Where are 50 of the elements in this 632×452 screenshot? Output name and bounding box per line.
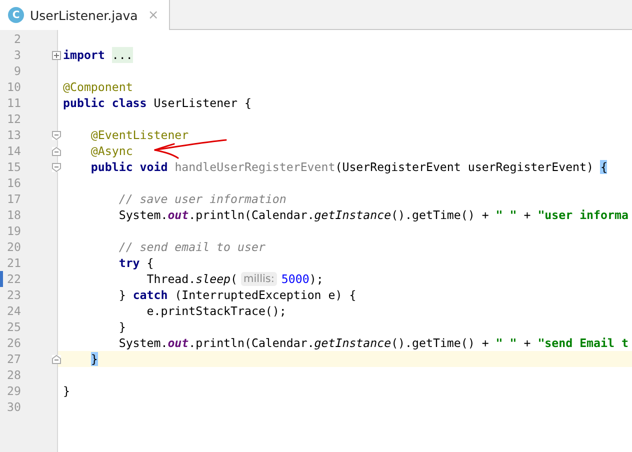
line-number: 21 — [6, 255, 21, 271]
code-text: // save user information — [118, 191, 286, 207]
code-text: Thread.sleep( — [146, 271, 238, 287]
fold-icon[interactable] — [52, 163, 61, 172]
line-number: 12 — [6, 111, 21, 127]
code-text: 5000); — [281, 271, 324, 287]
line-number: 28 — [6, 367, 21, 383]
line-number: 10 — [6, 79, 21, 95]
parameter-hint: millis: — [240, 272, 278, 286]
code-text: import — [63, 47, 106, 63]
line-number: 17 — [6, 191, 21, 207]
line-number: 9 — [13, 63, 21, 79]
code-text: try { — [118, 255, 154, 271]
class-icon: C — [8, 7, 24, 23]
fold-icon[interactable] — [52, 355, 61, 364]
line-number: 15 — [6, 159, 21, 175]
code-text: @EventListener — [90, 127, 189, 143]
line-number: 20 — [6, 239, 21, 255]
line-number: 24 — [6, 303, 21, 319]
line-number: 2 — [13, 31, 21, 47]
line-number: 19 — [6, 223, 21, 239]
line-number: 27 — [6, 351, 21, 367]
code-text: public void handleUserRegisterEvent(UserRegisterEvent userRegisterEvent) { — [90, 159, 608, 175]
code-text: System.out.println(Calendar.getInstance().getTime() + " " + "send Email t — [118, 335, 628, 351]
line-number: 11 — [6, 95, 21, 111]
code-text: } — [63, 383, 70, 399]
line-number: 13 — [6, 127, 21, 143]
code-text: e.printStackTrace(); — [146, 303, 286, 319]
line-number: 26 — [6, 335, 21, 351]
expand-icon[interactable] — [52, 51, 61, 60]
line-number: 29 — [6, 383, 21, 399]
line-number: 25 — [6, 319, 21, 335]
line-number: 18 — [6, 207, 21, 223]
editor-tab[interactable]: C UserListener.java × — [0, 0, 170, 30]
code-text: } catch (InterruptedException e) { — [118, 287, 356, 303]
line-number: 16 — [6, 175, 21, 191]
fold-icon[interactable] — [52, 147, 61, 156]
line-number: 23 — [6, 287, 21, 303]
code-text: // send email to user — [118, 239, 266, 255]
fold-icon[interactable] — [52, 131, 61, 140]
code-text: @Async — [90, 143, 133, 159]
folded-code[interactable]: ... — [112, 47, 133, 63]
code-text: System.out.println(Calendar.getInstance().getTime() + " " + "user informa — [118, 207, 628, 223]
code-text: public class UserListener { — [63, 95, 252, 111]
code-text: } — [118, 319, 126, 335]
line-number: 22 — [6, 271, 21, 287]
line-number: 3 — [13, 47, 21, 63]
line-number: 30 — [6, 399, 21, 415]
line-number: 14 — [6, 143, 21, 159]
code-text: @Component — [63, 79, 133, 95]
